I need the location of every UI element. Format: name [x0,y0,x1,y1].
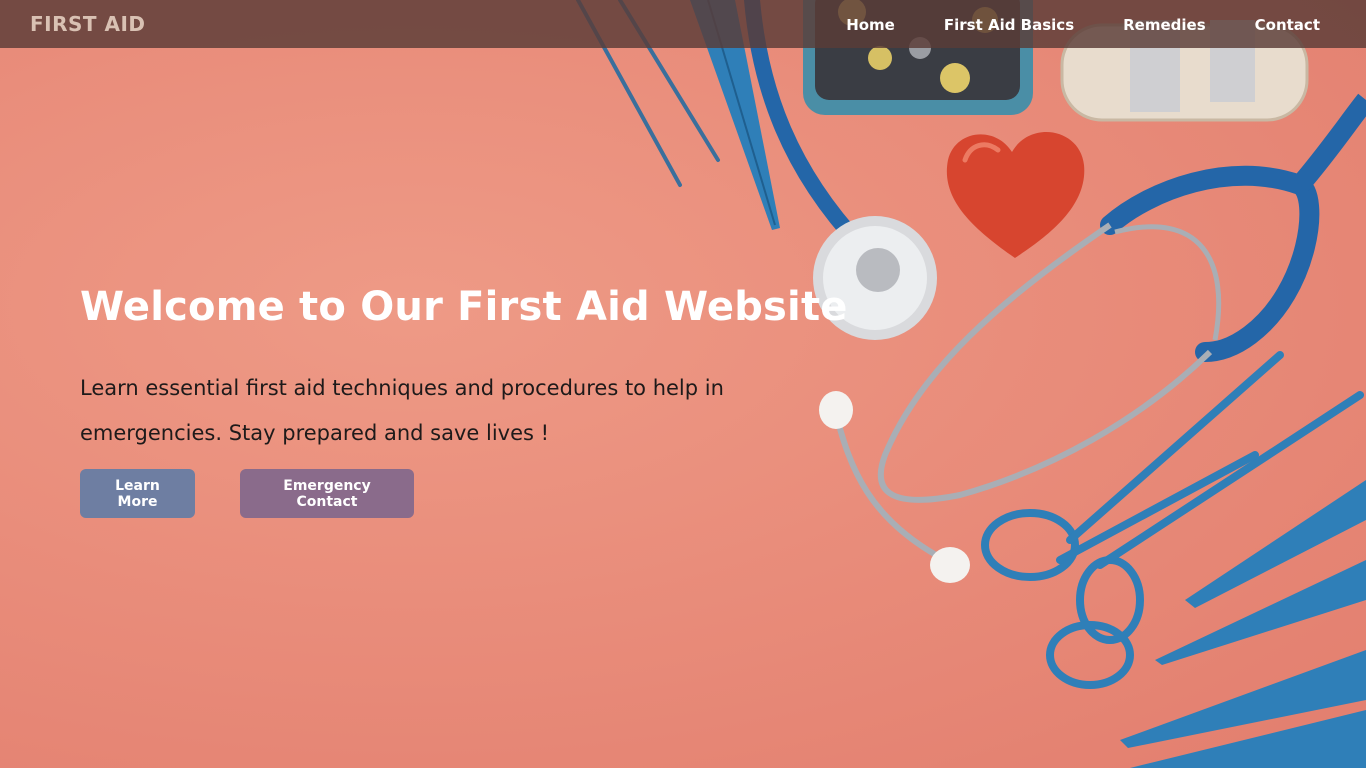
navbar: FIRST AID Home First Aid Basics Remedies… [0,0,1366,48]
hero-section: Welcome to Our First Aid Website Learn e… [80,284,848,518]
nav-link-contact[interactable]: Contact [1255,16,1320,34]
nav-link-home[interactable]: Home [846,16,895,34]
nav-link-first-aid-basics[interactable]: First Aid Basics [944,16,1074,34]
learn-more-button[interactable]: Learn More [80,469,195,518]
surgical-scissors [981,351,1364,689]
emergency-contact-button[interactable]: Emergency Contact [240,469,414,518]
nav-links: Home First Aid Basics Remedies Contact [846,16,1320,34]
site-logo[interactable]: FIRST AID [30,12,146,36]
hero-buttons: Learn More Emergency Contact [80,469,848,518]
hero-title: Welcome to Our First Aid Website [80,284,848,330]
heart-toy [946,132,1085,258]
hero-description: Learn essential first aid techniques and… [80,376,724,445]
nav-link-remedies[interactable]: Remedies [1123,16,1206,34]
